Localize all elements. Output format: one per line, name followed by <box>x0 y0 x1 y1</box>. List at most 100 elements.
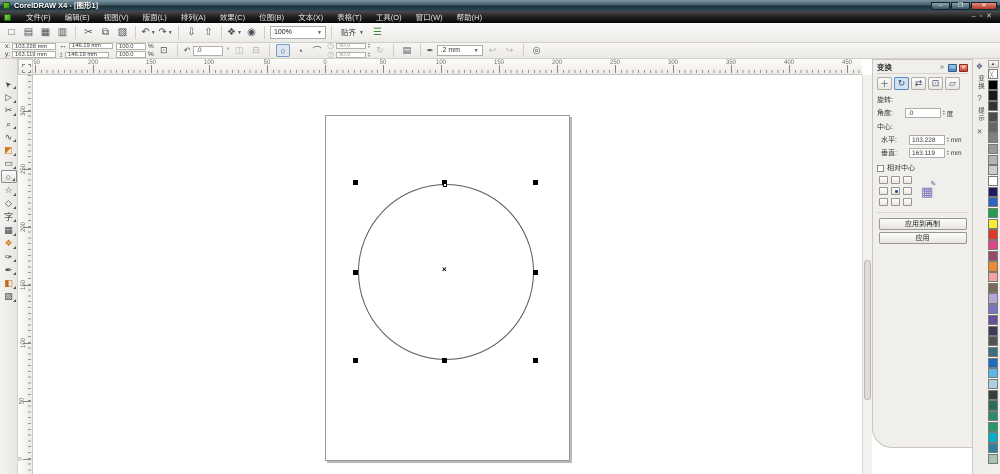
color-swatch[interactable] <box>988 272 998 283</box>
color-swatch[interactable] <box>988 101 998 112</box>
save-button[interactable]: ▦ <box>38 25 53 40</box>
print-button[interactable]: ▥ <box>55 25 70 40</box>
spinner[interactable]: ▴ ▾ <box>943 109 945 116</box>
relative-center-checkbox[interactable] <box>877 164 884 172</box>
transform-rotate-button[interactable]: ↻ <box>894 77 909 90</box>
selection-handle-bottom-center[interactable] <box>442 358 447 363</box>
smart-fill-tool[interactable]: ◩ <box>1 143 17 157</box>
convert-to-curves-button[interactable]: ◎ <box>530 44 544 57</box>
color-swatch[interactable] <box>988 143 998 154</box>
mirror-horizontal-button[interactable]: ◫ <box>232 44 246 57</box>
anchor-checkbox[interactable] <box>891 198 900 206</box>
transform-size-button[interactable]: ⊡ <box>928 77 943 90</box>
menu-文件(F)[interactable]: 文件(F) <box>19 11 58 24</box>
color-swatch[interactable] <box>988 154 998 165</box>
color-swatch[interactable] <box>988 229 998 240</box>
color-swatch[interactable] <box>988 421 998 432</box>
undo-button[interactable]: ↶ ▼ <box>141 25 156 40</box>
vertical-scrollbar[interactable] <box>862 75 872 474</box>
blend-tool[interactable]: ❖ <box>1 237 17 250</box>
vertical-ruler[interactable]: 300 250 200 150 100 50 0 <box>18 75 33 474</box>
corel-online-button[interactable]: ◉ <box>244 25 259 40</box>
color-swatch[interactable] <box>988 133 998 144</box>
hints-docker-icon[interactable]: ? <box>977 94 981 103</box>
transform-docker-icon[interactable]: ❖ <box>976 62 983 71</box>
color-swatch[interactable] <box>988 453 998 464</box>
menu-文本(X)[interactable]: 文本(X) <box>291 11 330 24</box>
selection-handle-middle-right[interactable] <box>533 270 538 275</box>
color-swatch[interactable] <box>988 336 998 347</box>
anchor-checkbox[interactable] <box>879 176 888 184</box>
mdi-restore-button[interactable]: ▫ <box>980 13 982 21</box>
start-angle-field[interactable]: 90.0 <box>336 42 367 50</box>
color-swatch[interactable] <box>988 175 998 187</box>
color-swatch[interactable] <box>988 122 998 133</box>
docker-close-button[interactable]: ✕ <box>959 63 968 72</box>
anchor-checkbox[interactable] <box>879 198 888 206</box>
ruler-origin-button[interactable] <box>18 59 33 75</box>
transform-position-button[interactable]: ＋ <box>877 77 892 90</box>
color-swatch[interactable] <box>988 368 998 379</box>
anchor-checkbox[interactable] <box>903 187 912 195</box>
menu-工具(O)[interactable]: 工具(O) <box>369 11 409 24</box>
ellipse-tool[interactable]: ○ <box>0 170 17 184</box>
color-swatch[interactable] <box>988 197 998 208</box>
no-color-swatch[interactable] <box>988 69 998 80</box>
new-button[interactable]: □ <box>4 25 19 40</box>
color-swatch[interactable] <box>988 325 998 336</box>
color-swatch[interactable] <box>988 261 998 272</box>
apply-button[interactable]: 应用 <box>878 232 967 244</box>
menu-表格(T)[interactable]: 表格(T) <box>330 11 369 24</box>
pick-tool[interactable]: ➤ <box>1 77 17 90</box>
color-swatch[interactable] <box>988 90 998 101</box>
spinner[interactable]: ▴ ▾ <box>947 149 949 156</box>
docker-chevrons-icon[interactable]: » <box>940 64 944 71</box>
pie-mode-button[interactable]: ◔ <box>293 44 307 57</box>
copy-button[interactable]: ⧉ <box>98 25 113 40</box>
freehand-tool[interactable]: ∿ <box>1 130 17 143</box>
arc-mode-button[interactable]: ⌒ <box>310 44 324 57</box>
object-center-mark[interactable]: × <box>442 265 447 274</box>
spinner[interactable]: ▴ ▾ <box>368 51 370 58</box>
restore-button[interactable]: ❐ <box>951 1 970 10</box>
anchor-center-radio[interactable] <box>891 187 900 195</box>
color-swatch[interactable] <box>988 207 998 219</box>
horizontal-field[interactable]: 103.228 <box>909 135 945 145</box>
color-swatch[interactable] <box>988 111 998 122</box>
color-swatch[interactable] <box>988 165 998 176</box>
color-swatch[interactable] <box>988 443 998 454</box>
tabstrip-close-icon[interactable]: ✕ <box>977 128 983 136</box>
menu-效果(C)[interactable]: 效果(C) <box>213 11 252 24</box>
end-angle-field[interactable]: 90.0 <box>336 51 367 59</box>
rotation-angle-field[interactable]: .0 <box>193 45 224 56</box>
menu-帮助(H)[interactable]: 帮助(H) <box>450 11 489 24</box>
color-swatch[interactable] <box>988 400 998 411</box>
selection-handle-bottom-right[interactable] <box>533 358 538 363</box>
cut-button[interactable]: ✂ <box>81 25 96 40</box>
fill-tool[interactable]: ◧ <box>1 276 17 290</box>
text-tool[interactable]: 字 <box>1 210 17 223</box>
interactive-fill-tool[interactable]: ▨ <box>1 290 17 303</box>
scale-v-field[interactable]: 100.0 <box>116 51 146 58</box>
color-swatch[interactable] <box>988 293 998 304</box>
basic-shapes-tool[interactable]: ◇ <box>1 197 17 210</box>
close-button[interactable]: ✕ <box>971 1 997 10</box>
symmetry-link2-button[interactable]: ↪ <box>503 44 517 57</box>
object-height-field[interactable]: 146.19 mm <box>65 51 109 59</box>
eyedropper-tool[interactable]: ✑ <box>1 250 17 263</box>
minimize-button[interactable]: – <box>931 1 950 10</box>
color-swatch[interactable] <box>988 79 998 90</box>
color-swatch[interactable] <box>988 346 998 358</box>
menu-编辑(E)[interactable]: 编辑(E) <box>58 11 97 24</box>
anchor-checkbox[interactable] <box>903 198 912 206</box>
anchor-checkbox[interactable] <box>903 176 912 184</box>
anchor-checkbox[interactable] <box>879 187 888 195</box>
x-position-field[interactable]: 103.228 mm <box>12 43 56 50</box>
drawing-canvas[interactable]: × <box>33 75 862 474</box>
docker-tab-transform[interactable]: 变换 <box>975 75 985 90</box>
selection-handle-top-left[interactable] <box>353 180 358 185</box>
menu-版面(L)[interactable]: 版面(L) <box>136 11 174 24</box>
symmetry-link-button[interactable]: ↩ <box>486 44 500 57</box>
color-swatch[interactable] <box>988 432 998 443</box>
app-launcher-button[interactable]: ❖ ▼ <box>227 25 242 40</box>
